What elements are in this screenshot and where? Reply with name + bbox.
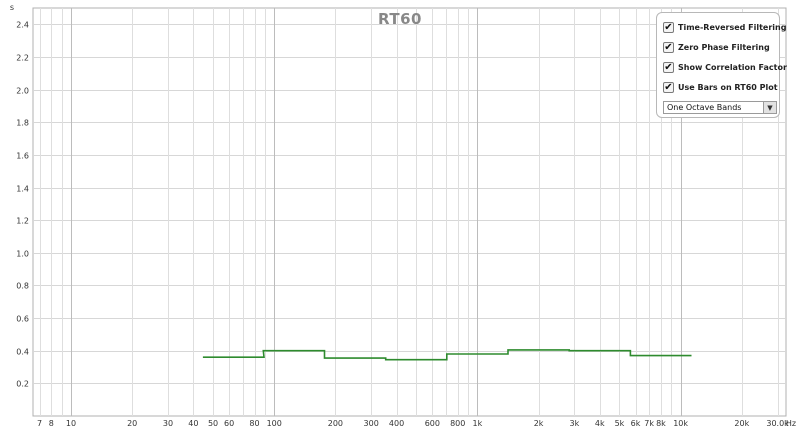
- x-tick-label: 4k: [595, 419, 605, 428]
- y-tick-label: 1.0: [16, 250, 29, 259]
- show-correlation-factor-label: Show Correlation Factor: [678, 62, 787, 72]
- show-correlation-factor-checkbox[interactable]: ✔: [663, 61, 674, 73]
- y-tick-label: 0.4: [16, 348, 29, 357]
- x-tick-label: 200: [328, 419, 343, 428]
- x-tick-label: 80: [249, 419, 259, 428]
- x-tick-label: 10k: [673, 419, 688, 428]
- x-tick-label: 600: [425, 419, 440, 428]
- band-resolution-select[interactable]: One Octave Bands ▼: [663, 101, 777, 114]
- x-tick-label: 60: [224, 419, 234, 428]
- x-tick-label: 800: [450, 419, 465, 428]
- zero-phase-filtering-option[interactable]: ✔ Zero Phase Filtering: [663, 37, 775, 57]
- y-tick-label: 0.6: [16, 315, 29, 324]
- x-tick-label: 5k: [615, 419, 625, 428]
- x-unit-label: Hz: [786, 419, 796, 428]
- x-tick-label: 1k: [473, 419, 483, 428]
- checkmark-icon: ✔: [664, 81, 673, 93]
- time-reversed-filtering-label: Time-Reversed Filtering: [678, 22, 787, 32]
- time-reversed-filtering-checkbox[interactable]: ✔: [663, 21, 674, 33]
- x-tick-label: 3k: [570, 419, 580, 428]
- y-tick-label: 0.8: [16, 282, 29, 291]
- use-bars-label: Use Bars on RT60 Plot: [678, 82, 778, 92]
- x-tick-label: 100: [267, 419, 282, 428]
- y-tick-label: 2.2: [16, 54, 29, 63]
- chevron-down-icon[interactable]: ▼: [763, 102, 776, 113]
- time-reversed-filtering-option[interactable]: ✔ Time-Reversed Filtering: [663, 17, 786, 37]
- x-tick-label: 20: [127, 419, 137, 428]
- y-tick-label: 1.6: [16, 152, 29, 161]
- band-resolution-value: One Octave Bands: [667, 103, 742, 112]
- x-tick-label: 8: [49, 419, 54, 428]
- x-tick-label: 8k: [656, 419, 666, 428]
- y-tick-label: 1.2: [16, 217, 29, 226]
- x-tick-label: 7k: [644, 419, 654, 428]
- x-tick-label: 40: [188, 419, 198, 428]
- use-bars-checkbox[interactable]: ✔: [663, 81, 674, 93]
- chart-title: RT60: [378, 10, 422, 28]
- checkmark-icon: ✔: [664, 21, 673, 33]
- x-tick-label: 2k: [534, 419, 544, 428]
- y-tick-label: 1.8: [16, 119, 29, 128]
- x-tick-label: 7: [37, 419, 42, 428]
- y-tick-label: 0.2: [16, 380, 29, 389]
- zero-phase-filtering-checkbox[interactable]: ✔: [663, 41, 674, 53]
- x-tick-label: 10: [66, 419, 76, 428]
- x-tick-label: 300: [364, 419, 379, 428]
- y-unit-label: s: [10, 3, 14, 12]
- use-bars-option[interactable]: ✔ Use Bars on RT60 Plot: [663, 77, 778, 97]
- zero-phase-filtering-label: Zero Phase Filtering: [678, 42, 770, 52]
- x-tick-label: 400: [389, 419, 404, 428]
- x-tick-label: 20k: [734, 419, 749, 428]
- y-tick-label: 2.0: [16, 87, 29, 96]
- options-panel: ✔ Time-Reversed Filtering ✔ Zero Phase F…: [656, 12, 787, 118]
- x-tick-label: 6k: [631, 419, 641, 428]
- x-tick-label: 50: [208, 419, 218, 428]
- checkmark-icon: ✔: [664, 61, 673, 73]
- y-tick-label: 2.4: [16, 21, 29, 30]
- checkmark-icon: ✔: [664, 41, 673, 53]
- show-correlation-factor-option[interactable]: ✔ Show Correlation Factor: [663, 57, 787, 77]
- y-tick-label: 1.4: [16, 185, 29, 194]
- x-tick-label: 30: [163, 419, 173, 428]
